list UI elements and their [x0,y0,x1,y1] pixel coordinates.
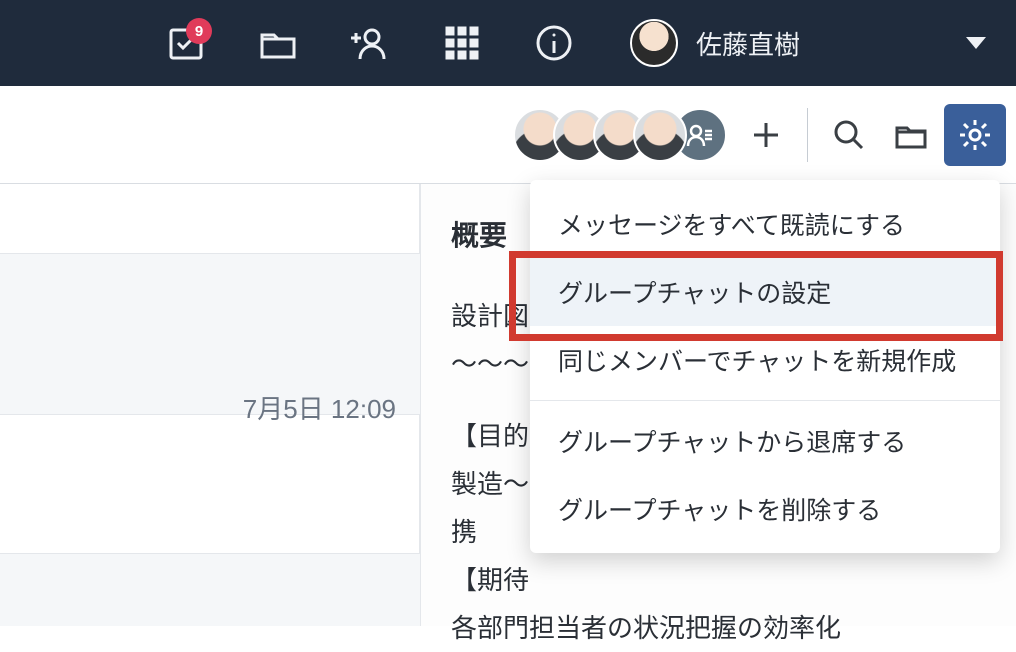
toolbar-divider [807,108,808,162]
menu-group-chat-settings[interactable]: グループチャットの設定 [530,258,1000,326]
user-menu[interactable]: 佐藤直樹 [630,19,800,67]
add-contact-button[interactable] [324,0,416,86]
user-menu-caret[interactable] [966,37,986,49]
files-button[interactable] [232,0,324,86]
timestamp-label: 7月5日 12:09 [243,389,396,426]
overview-text: 【期待 [451,556,986,604]
menu-delete-group-chat[interactable]: グループチャットを削除する [530,475,1000,543]
user-avatar [630,19,678,67]
tasks-button[interactable]: 9 [140,0,232,86]
top-navbar: 9 佐藤直樹 [0,0,1016,86]
add-member-button[interactable] [737,106,795,164]
search-button[interactable] [820,106,878,164]
chat-members[interactable] [513,108,727,162]
chat-toolbar [0,86,1016,184]
settings-button[interactable] [944,104,1006,166]
user-name-label: 佐藤直樹 [696,25,800,62]
member-avatar [633,108,687,162]
menu-leave-group-chat[interactable]: グループチャットから退席する [530,407,1000,475]
left-column: 7月5日 12:09 [0,184,420,626]
menu-new-chat-same-members[interactable]: 同じメンバーでチャットを新規作成 [530,326,1000,394]
apps-grid-button[interactable] [416,0,508,86]
overview-text: 各部門担当者の状況把握の効率化 [451,604,986,652]
chevron-down-icon [966,37,986,49]
folder-button[interactable] [882,106,940,164]
menu-separator [530,400,1000,401]
tasks-badge: 9 [186,18,212,44]
settings-dropdown: メッセージをすべて既読にする グループチャットの設定 同じメンバーでチャットを新… [530,180,1000,553]
menu-mark-all-read[interactable]: メッセージをすべて既読にする [530,190,1000,258]
info-button[interactable] [508,0,600,86]
message-card[interactable] [0,414,420,554]
message-card[interactable] [0,184,420,254]
